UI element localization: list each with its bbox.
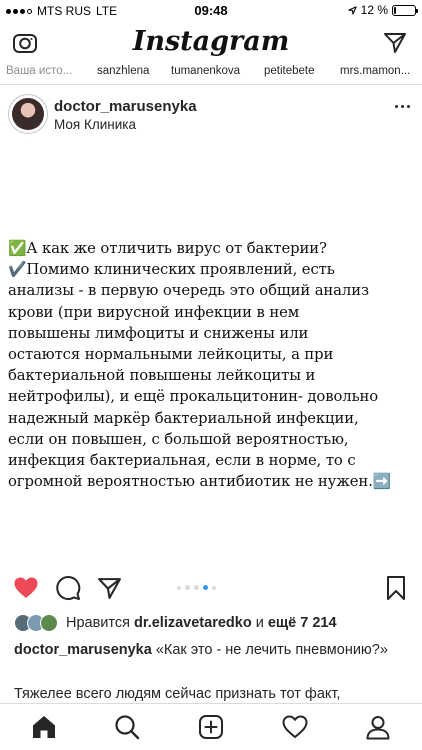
- post-actions: [0, 568, 422, 608]
- story-item[interactable]: petitebete: [264, 65, 315, 77]
- app-logo: Instagram: [132, 26, 290, 57]
- home-icon[interactable]: [30, 713, 58, 741]
- carousel-dot: [203, 585, 208, 590]
- post-text-line: если он повышен, с большой вероятностью,: [8, 430, 349, 448]
- caption-text: «Как это - не лечить пневмонию?»: [155, 642, 388, 658]
- post-text-line: огромной вероятностью антибиотик не нуже…: [8, 473, 392, 491]
- carousel-dot: [185, 585, 190, 590]
- likes-middle: и: [255, 615, 264, 631]
- likes-row: Нравится dr.elizavetaredko и ещё 7 214: [14, 612, 337, 634]
- carousel-dot: [212, 585, 216, 590]
- search-icon[interactable]: [113, 713, 141, 741]
- comment-icon[interactable]: [54, 574, 82, 602]
- story-item[interactable]: sanzhlena: [97, 65, 149, 77]
- add-post-icon[interactable]: [197, 713, 225, 741]
- location-arrow-icon: [348, 5, 357, 15]
- post-header: doctor_marusenyka Моя Клиника: [0, 84, 422, 142]
- caption-continued[interactable]: Тяжелее всего людям сейчас признать тот …: [14, 684, 414, 705]
- carousel-indicator: [177, 585, 216, 590]
- tab-bar: [0, 703, 422, 750]
- post-text-line: бактериальной повышены лейкоциты и: [8, 367, 316, 385]
- more-icon[interactable]: [395, 105, 410, 108]
- battery-icon: [392, 4, 418, 16]
- carousel-dot: [194, 585, 199, 590]
- direct-send-icon[interactable]: [382, 30, 408, 56]
- post-image-text: ✅А как же отличить вирус от бактерии? ✔️П…: [8, 238, 418, 492]
- bookmark-icon[interactable]: [384, 574, 408, 602]
- avatar[interactable]: [8, 94, 48, 134]
- post-text-line: повышены лимфоциты и снижены или: [8, 324, 309, 342]
- share-icon[interactable]: [95, 574, 123, 602]
- post-text-line: инфекция бактериальная, если в норме, то…: [8, 452, 356, 470]
- post-username[interactable]: doctor_marusenyka: [54, 98, 197, 115]
- post-text-line: нейтрофилы), и ещё прокальцитонин- довол…: [8, 388, 379, 406]
- post-text-line: надежный маркёр бактериальной инфекции,: [8, 409, 359, 427]
- post-text-line: остаются нормальными лейкоциты, а при: [8, 346, 334, 364]
- status-right: 12 %: [348, 3, 418, 17]
- story-item[interactable]: tumanenkova: [171, 65, 240, 77]
- heart-icon[interactable]: [12, 574, 40, 602]
- status-bar: MTS RUS LTE 09:48 12 %: [0, 0, 422, 22]
- profile-icon[interactable]: [364, 713, 392, 741]
- liker-avatars[interactable]: [14, 614, 58, 632]
- liker-username[interactable]: dr.elizavetaredko: [134, 615, 252, 631]
- post-text-line: ✅А как же отличить вирус от бактерии?: [8, 240, 327, 257]
- likes-prefix: Нравится: [66, 615, 130, 631]
- story-item[interactable]: mrs.mamon...: [340, 65, 410, 77]
- post-location[interactable]: Моя Клиника: [54, 117, 136, 132]
- stories-tray: Ваша исто... sanzhlena tumanenkova petit…: [0, 62, 422, 82]
- post-text-line: крови (при вирусной инфекции в нем: [8, 303, 300, 321]
- top-bar: Instagram: [0, 22, 422, 62]
- likes-count[interactable]: ещё 7 214: [268, 615, 337, 631]
- post-text-line: анализы - в первую очередь это общий ана…: [8, 282, 369, 300]
- carousel-dot: [177, 585, 181, 590]
- caption-username[interactable]: doctor_marusenyka: [14, 642, 152, 658]
- caption: doctor_marusenyka «Как это - не лечить п…: [14, 640, 414, 661]
- story-own[interactable]: Ваша исто...: [6, 65, 72, 77]
- battery-percent: 12 %: [360, 3, 388, 17]
- activity-heart-icon[interactable]: [281, 713, 309, 741]
- post-text-line: ✔️Помимо клинических проявлений, есть: [8, 261, 335, 279]
